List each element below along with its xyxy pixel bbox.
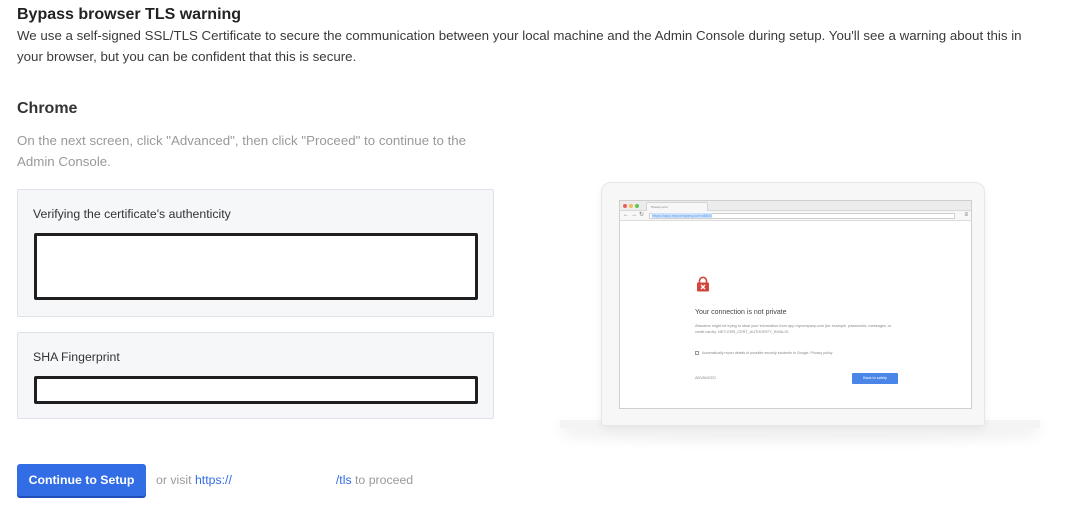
certificate-label: Verifying the certificate's authenticity	[33, 207, 231, 221]
forward-arrow-icon: →	[631, 212, 637, 218]
page-title: Bypass browser TLS warning	[17, 6, 242, 23]
browser-tabbar: Privacy error	[620, 201, 971, 211]
reload-icon: ↻	[639, 212, 645, 218]
chrome-instructions: On the next screen, click "Advanced", th…	[17, 133, 467, 169]
checkbox-icon	[695, 351, 699, 356]
error-title: Your connection is not private	[695, 309, 787, 316]
tls-link-start: https://	[194, 473, 232, 487]
certificate-value-field[interactable]	[34, 233, 478, 300]
fingerprint-panel: SHA Fingerprint	[17, 332, 494, 419]
laptop-illustration: Privacy error ← → ↻ https://app.mycompan…	[601, 182, 985, 426]
tls-link-end: /tls	[335, 473, 352, 487]
url-text: https://app.mycompany.com:8800	[652, 213, 712, 218]
menu-icon: ≡	[964, 212, 968, 218]
report-checkbox-row: Automatically report details of possible…	[695, 351, 833, 356]
error-text: Attackers might be trying to steal your …	[695, 324, 892, 334]
tls-link[interactable]: https:// /tls	[195, 473, 352, 487]
error-lock-icon	[697, 276, 709, 292]
url-field: https://app.mycompany.com:8800	[649, 213, 955, 219]
visit-hint: or visit https:// /tls to proceed	[156, 473, 413, 487]
back-arrow-icon: ←	[623, 212, 629, 218]
fingerprint-label: SHA Fingerprint	[33, 350, 120, 364]
close-dot-icon	[623, 204, 627, 208]
report-checkbox-label: Automatically report details of possible…	[702, 351, 833, 355]
intro-text: We use a self-signed SSL/TLS Certificate…	[17, 28, 1022, 64]
address-bar: ← → ↻ https://app.mycompany.com:8800 ≡	[620, 211, 971, 221]
back-to-safety-button: Back to safety	[852, 373, 898, 384]
minimize-dot-icon	[629, 204, 633, 208]
certificate-panel: Verifying the certificate's authenticity	[17, 189, 494, 317]
visit-suffix: to proceed	[355, 473, 414, 487]
fingerprint-value-field[interactable]	[34, 376, 478, 404]
maximize-dot-icon	[635, 204, 639, 208]
advanced-link: ADVANCED	[695, 376, 716, 380]
visit-prefix: or visit	[156, 473, 192, 487]
chrome-heading: Chrome	[17, 100, 78, 117]
browser-screenshot: Privacy error ← → ↻ https://app.mycompan…	[619, 200, 972, 409]
continue-to-setup-button[interactable]: Continue to Setup	[17, 464, 146, 496]
browser-tab: Privacy error	[646, 202, 708, 211]
